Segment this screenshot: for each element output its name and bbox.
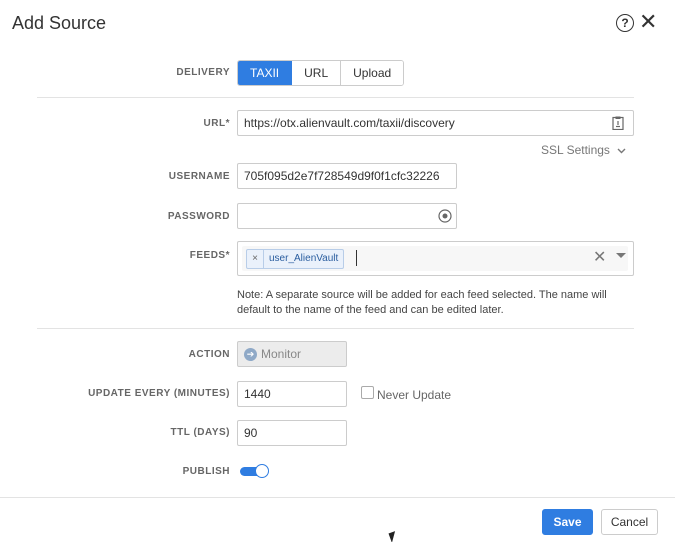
dropdown-arrow-icon[interactable] (616, 253, 626, 258)
section-divider (37, 328, 634, 329)
update-every-input[interactable]: 1440 (237, 381, 347, 407)
delivery-label: DELIVERY (176, 67, 230, 78)
help-icon[interactable]: ? (616, 14, 634, 32)
toggle-knob (255, 464, 269, 478)
password-input[interactable] (237, 203, 457, 229)
url-input[interactable]: https://otx.alienvault.com/taxii/discove… (237, 110, 634, 136)
delivery-segmented-control: TAXII URL Upload (237, 60, 405, 86)
ssl-settings-label: SSL Settings (541, 143, 610, 157)
text-caret (356, 250, 357, 266)
action-select: ➔ Monitor (237, 341, 347, 367)
ssl-settings-toggle[interactable]: SSL Settings (541, 143, 626, 157)
username-input[interactable]: 705f095d2e7f728549d9f0f1cfc32226 (237, 163, 457, 189)
cancel-button[interactable]: Cancel (601, 509, 658, 535)
footer-divider (0, 497, 675, 498)
ttl-input[interactable]: 90 (237, 420, 347, 446)
delivery-option-taxii[interactable]: TAXII (238, 61, 293, 85)
publish-toggle[interactable] (240, 464, 269, 478)
chevron-down-icon (617, 143, 626, 157)
update-every-label: UPDATE EVERY (MINUTES) (88, 388, 230, 399)
arrow-right-circle-icon: ➔ (244, 348, 257, 362)
mouse-cursor-icon (388, 531, 399, 542)
never-update-checkbox[interactable] (361, 386, 374, 399)
delivery-option-url[interactable]: URL (292, 61, 342, 85)
password-label: PASSWORD (167, 211, 230, 222)
never-update-label[interactable]: Never Update (377, 388, 451, 402)
username-label: USERNAME (168, 171, 230, 182)
feed-chip-label: user_AlienVault (269, 253, 339, 264)
add-source-dialog: Add Source ? ✕ DELIVERY TAXII URL Upload… (0, 0, 675, 542)
eye-icon[interactable] (438, 209, 452, 223)
clipboard-icon[interactable] (611, 116, 625, 131)
feeds-label: FEEDS* (189, 250, 230, 261)
clear-icon[interactable]: ✕ (593, 249, 606, 267)
dialog-title: Add Source (12, 13, 107, 33)
action-label: ACTION (188, 349, 230, 360)
feed-chip: × user_AlienVault (246, 249, 345, 269)
close-icon[interactable]: ✕ (639, 11, 657, 33)
dialog-header: Add Source ? ✕ (0, 0, 675, 48)
section-divider (37, 97, 634, 98)
publish-label: PUBLISH (182, 466, 230, 477)
feeds-input-area[interactable]: × user_AlienVault ✕ (242, 246, 628, 271)
url-label: URL* (203, 118, 230, 129)
action-value: Monitor (261, 347, 302, 361)
delivery-option-upload[interactable]: Upload (341, 61, 404, 85)
remove-chip-icon[interactable]: × (247, 250, 264, 268)
ttl-label: TTL (DAYS) (170, 427, 230, 438)
save-button[interactable]: Save (542, 509, 593, 535)
feeds-note: Note: A separate source will be added fo… (237, 289, 607, 316)
feeds-multiselect[interactable]: × user_AlienVault ✕ (237, 241, 634, 276)
